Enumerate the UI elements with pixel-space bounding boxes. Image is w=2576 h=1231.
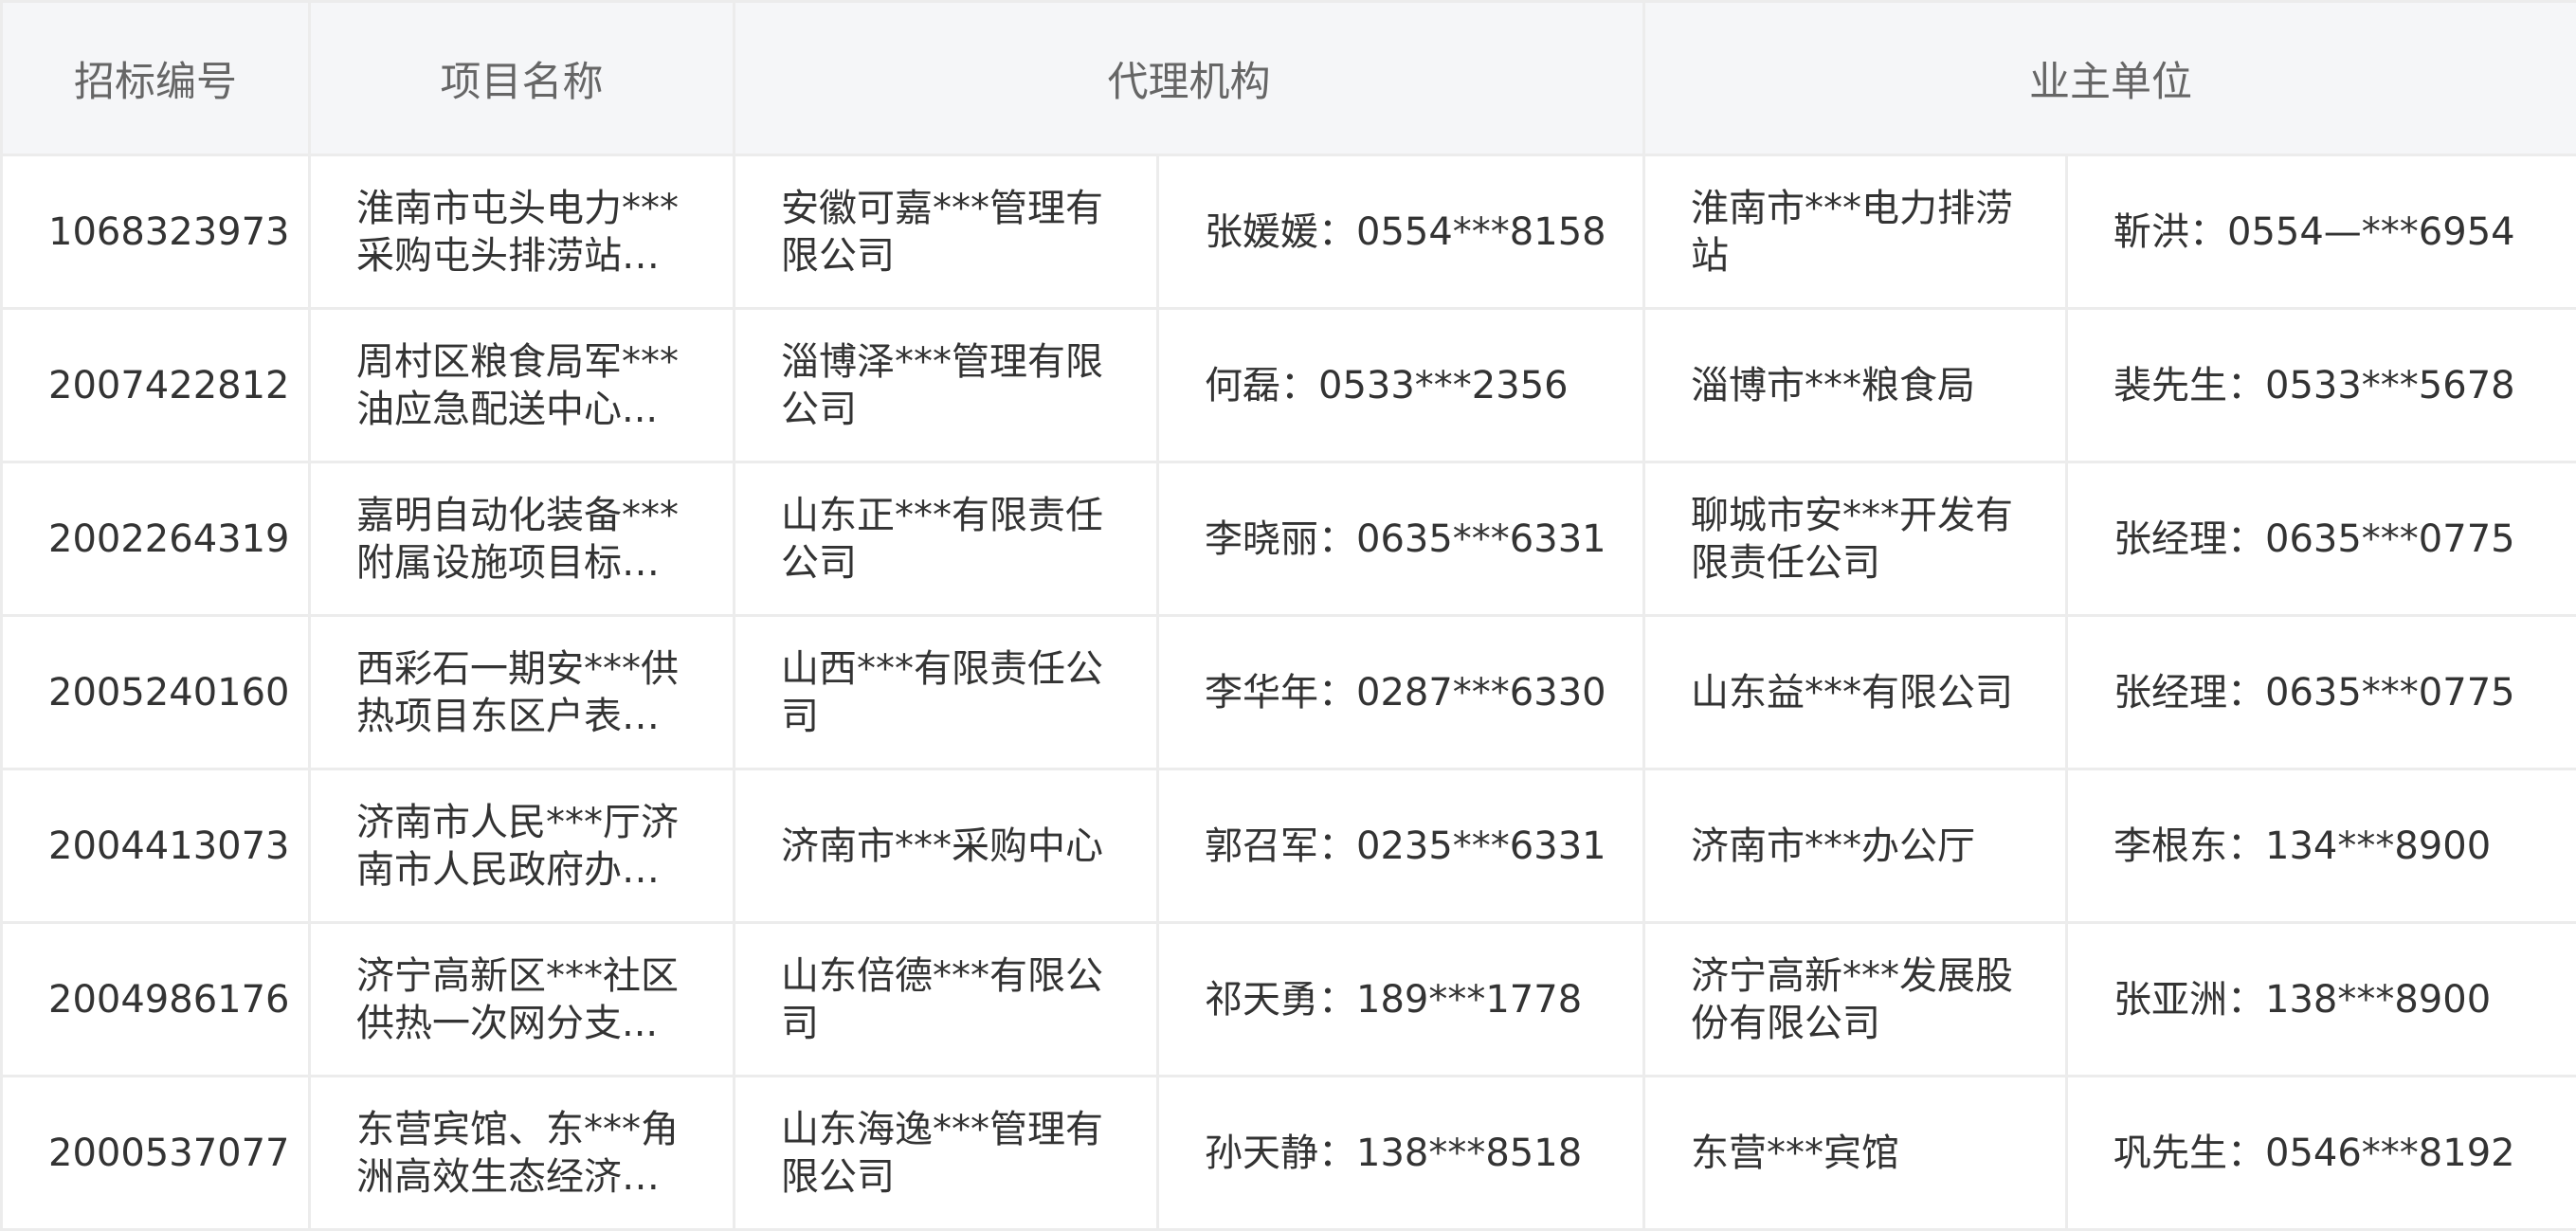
cell-owner: 聊城市安***开发有限责任公司 bbox=[1642, 461, 2068, 617]
header-owner: 业主单位 bbox=[1642, 0, 2576, 156]
cell-agent: 淄博泽***管理有限公司 bbox=[733, 307, 1159, 463]
cell-agent: 山西***有限责任公司 bbox=[733, 614, 1159, 770]
cell-owner-contact: 张经理：0635***0775 bbox=[2065, 461, 2576, 617]
cell-agent-contact: 郭召军：0235***6331 bbox=[1156, 768, 1645, 924]
agent-contact-text: 郭召军：0235***6331 bbox=[1205, 824, 1606, 868]
cell-project-name[interactable]: 济南市人民***厅济南市人民政府办公... bbox=[308, 768, 735, 924]
agent-text: 山西***有限责任公司 bbox=[781, 646, 1103, 738]
owner-text: 聊城市安***开发有限责任公司 bbox=[1691, 493, 2013, 585]
owner-contact-text: 裴先生：0533***5678 bbox=[2113, 363, 2515, 407]
cell-owner: 淄博市***粮食局 bbox=[1642, 307, 2068, 463]
owner-text: 东营***宾馆 bbox=[1691, 1131, 1899, 1175]
cell-owner: 山东益***有限公司 bbox=[1642, 614, 2068, 770]
project-name-text[interactable]: 东营宾馆、东***角洲高效生态经济区... bbox=[356, 1106, 687, 1201]
owner-contact-text: 巩先生：0546***8192 bbox=[2113, 1131, 2515, 1175]
owner-contact-text: 张经理：0635***0775 bbox=[2113, 516, 2515, 561]
cell-bid-no: 2000537077 bbox=[0, 1075, 311, 1231]
project-name-text[interactable]: 淮南市屯头电力***采购屯头排涝站更... bbox=[356, 185, 687, 280]
owner-text: 淄博市***粮食局 bbox=[1691, 363, 1975, 407]
cell-agent: 山东海逸***管理有限公司 bbox=[733, 1075, 1159, 1231]
project-name-text[interactable]: 济宁高新区***社区供热一次网分支... bbox=[356, 952, 687, 1047]
cell-agent: 安徽可嘉***管理有限公司 bbox=[733, 154, 1159, 310]
cell-owner-contact: 巩先生：0546***8192 bbox=[2065, 1075, 2576, 1231]
agent-text: 安徽可嘉***管理有限公司 bbox=[781, 186, 1103, 278]
table-header: 招标编号 项目名称 代理机构 业主单位 bbox=[0, 0, 2576, 156]
cell-agent-contact: 孙天静：138***8518 bbox=[1156, 1075, 1645, 1231]
table-row[interactable]: 2004413073 济南市人民***厅济南市人民政府办公... 济南市***采… bbox=[0, 768, 2576, 924]
cell-agent-contact: 祁天勇：189***1778 bbox=[1156, 921, 1645, 1077]
table-row[interactable]: 2002264319 嘉明自动化装备***附属设施项目标段... 山东正***有… bbox=[0, 461, 2576, 617]
bid-table: 招标编号 项目名称 代理机构 业主单位 1068323973 淮南市屯头电力**… bbox=[0, 0, 2576, 1231]
cell-owner: 淮南市***电力排涝站 bbox=[1642, 154, 2068, 310]
header-agent: 代理机构 bbox=[733, 0, 1645, 156]
cell-project-name[interactable]: 东营宾馆、东***角洲高效生态经济区... bbox=[308, 1075, 735, 1231]
cell-bid-no: 2002264319 bbox=[0, 461, 311, 617]
cell-agent-contact: 李华年：0287***6330 bbox=[1156, 614, 1645, 770]
cell-agent: 山东倍德***有限公司 bbox=[733, 921, 1159, 1077]
agent-contact-text: 李晓丽：0635***6331 bbox=[1205, 516, 1606, 561]
header-row: 招标编号 项目名称 代理机构 业主单位 bbox=[0, 0, 2576, 156]
agent-contact-text: 李华年：0287***6330 bbox=[1205, 670, 1606, 715]
cell-agent-contact: 何磊：0533***2356 bbox=[1156, 307, 1645, 463]
cell-owner: 东营***宾馆 bbox=[1642, 1075, 2068, 1231]
table-row[interactable]: 2005240160 西彩石一期安***供热项目东区户表安... 山西***有限… bbox=[0, 614, 2576, 770]
owner-contact-text: 张亚洲：138***8900 bbox=[2113, 977, 2492, 1022]
header-bid-no: 招标编号 bbox=[0, 0, 311, 156]
cell-owner: 济南市***办公厅 bbox=[1642, 768, 2068, 924]
cell-owner-contact: 张经理：0635***0775 bbox=[2065, 614, 2576, 770]
cell-project-name[interactable]: 济宁高新区***社区供热一次网分支... bbox=[308, 921, 735, 1077]
agent-text: 淄博泽***管理有限公司 bbox=[781, 339, 1103, 431]
agent-contact-text: 孙天静：138***8518 bbox=[1205, 1131, 1583, 1175]
cell-bid-no: 2007422812 bbox=[0, 307, 311, 463]
cell-owner-contact: 裴先生：0533***5678 bbox=[2065, 307, 2576, 463]
agent-text: 山东海逸***管理有限公司 bbox=[781, 1107, 1103, 1199]
owner-text: 济宁高新***发展股份有限公司 bbox=[1691, 953, 2013, 1045]
agent-contact-text: 祁天勇：189***1778 bbox=[1205, 977, 1583, 1022]
cell-agent-contact: 张媛媛：0554***8158 bbox=[1156, 154, 1645, 310]
cell-owner: 济宁高新***发展股份有限公司 bbox=[1642, 921, 2068, 1077]
project-name-text[interactable]: 嘉明自动化装备***附属设施项目标段... bbox=[356, 492, 687, 587]
table-row[interactable]: 2000537077 东营宾馆、东***角洲高效生态经济区... 山东海逸***… bbox=[0, 1075, 2576, 1231]
project-name-text[interactable]: 周村区粮食局军***油应急配送中心... bbox=[356, 338, 687, 433]
cell-project-name[interactable]: 西彩石一期安***供热项目东区户表安... bbox=[308, 614, 735, 770]
agent-text: 山东正***有限责任公司 bbox=[781, 493, 1103, 585]
agent-contact-text: 张媛媛：0554***8158 bbox=[1205, 209, 1606, 254]
table-row[interactable]: 2007422812 周村区粮食局军***油应急配送中心... 淄博泽***管理… bbox=[0, 307, 2576, 463]
cell-bid-no: 2005240160 bbox=[0, 614, 311, 770]
cell-agent: 济南市***采购中心 bbox=[733, 768, 1159, 924]
table-row[interactable]: 2004986176 济宁高新区***社区供热一次网分支... 山东倍德***有… bbox=[0, 921, 2576, 1077]
cell-project-name[interactable]: 嘉明自动化装备***附属设施项目标段... bbox=[308, 461, 735, 617]
cell-agent: 山东正***有限责任公司 bbox=[733, 461, 1159, 617]
owner-text: 济南市***办公厅 bbox=[1691, 824, 1975, 868]
cell-bid-no: 1068323973 bbox=[0, 154, 311, 310]
table-row[interactable]: 1068323973 淮南市屯头电力***采购屯头排涝站更... 安徽可嘉***… bbox=[0, 154, 2576, 310]
owner-text: 淮南市***电力排涝站 bbox=[1691, 186, 2013, 278]
project-name-text[interactable]: 济南市人民***厅济南市人民政府办公... bbox=[356, 799, 687, 894]
cell-bid-no: 2004986176 bbox=[0, 921, 311, 1077]
project-name-text[interactable]: 西彩石一期安***供热项目东区户表安... bbox=[356, 645, 687, 740]
cell-owner-contact: 张亚洲：138***8900 bbox=[2065, 921, 2576, 1077]
cell-project-name[interactable]: 淮南市屯头电力***采购屯头排涝站更... bbox=[308, 154, 735, 310]
owner-contact-text: 张经理：0635***0775 bbox=[2113, 670, 2515, 715]
owner-contact-text: 李根东：134***8900 bbox=[2113, 824, 2492, 868]
owner-text: 山东益***有限公司 bbox=[1691, 670, 2013, 715]
cell-agent-contact: 李晓丽：0635***6331 bbox=[1156, 461, 1645, 617]
cell-owner-contact: 靳洪：0554—***6954 bbox=[2065, 154, 2576, 310]
owner-contact-text: 靳洪：0554—***6954 bbox=[2113, 209, 2515, 254]
agent-contact-text: 何磊：0533***2356 bbox=[1205, 363, 1569, 407]
cell-project-name[interactable]: 周村区粮食局军***油应急配送中心... bbox=[308, 307, 735, 463]
cell-bid-no: 2004413073 bbox=[0, 768, 311, 924]
table-body: 1068323973 淮南市屯头电力***采购屯头排涝站更... 安徽可嘉***… bbox=[0, 154, 2576, 1231]
agent-text: 山东倍德***有限公司 bbox=[781, 953, 1103, 1045]
cell-owner-contact: 李根东：134***8900 bbox=[2065, 768, 2576, 924]
agent-text: 济南市***采购中心 bbox=[781, 824, 1103, 868]
header-project-name: 项目名称 bbox=[308, 0, 735, 156]
